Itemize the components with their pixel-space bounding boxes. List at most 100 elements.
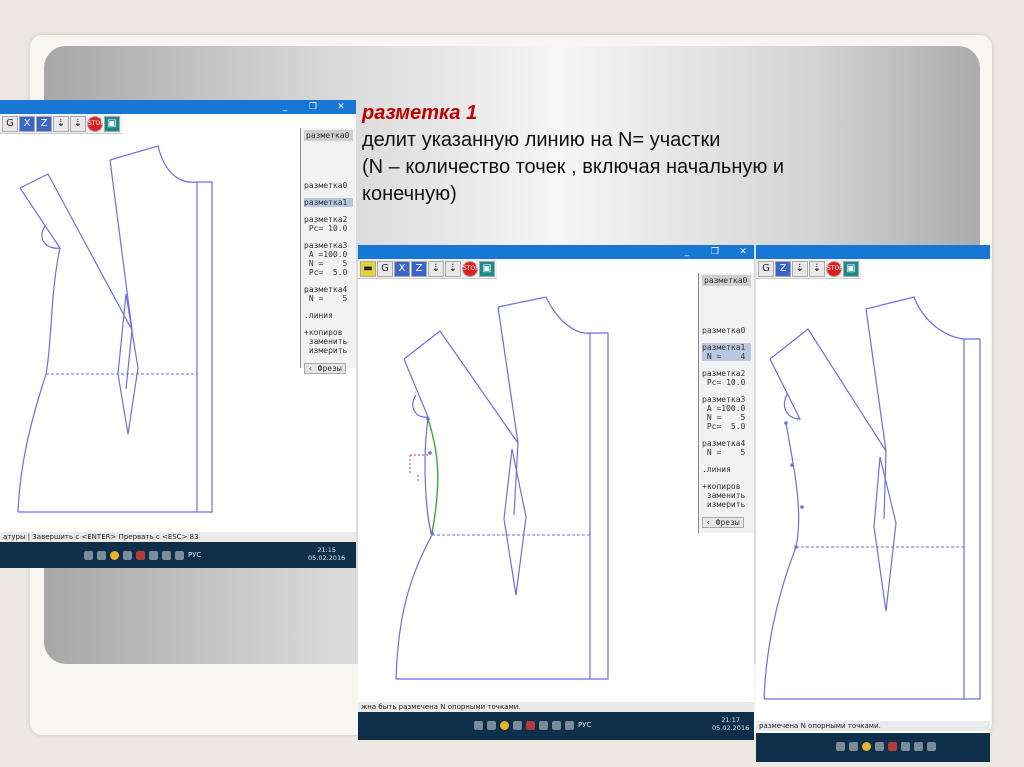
down-arrow-icon[interactable]: ⇣ [53,116,69,132]
status-bar: размечена N опорными точками. [756,721,990,731]
menu-item-measure[interactable]: измерить [702,500,746,509]
menu-item-razmetka0[interactable]: разметка0 [702,326,751,335]
x-tool-icon[interactable]: X [19,116,35,132]
down-arrow-icon[interactable]: ⇣ [792,261,808,277]
taskbar [756,733,990,762]
down-arrow-icon[interactable]: ⇣ [809,261,825,277]
taskbar: РУС 21:17 05.02.2016 [358,712,754,740]
language-indicator[interactable]: РУС [578,721,591,729]
chat-icon[interactable] [175,550,184,560]
menu-item-razmetka2[interactable]: разметка2 Pc= 10.0 [702,369,751,387]
status-bar: атуры | Завершить с <ENTER> Прервать с <… [0,532,356,542]
usb-icon[interactable] [836,741,845,751]
menu-item-swap[interactable]: заменить [304,337,348,346]
pattern-drawing [395,296,609,680]
toolbar: G Z ⇣ ⇣ STOP ▣ [756,259,861,279]
volume-icon[interactable] [914,741,923,751]
g-tool-icon[interactable]: G [758,261,774,277]
clock-date: 05.02.2016 [712,724,750,732]
video-icon[interactable] [136,550,145,560]
menu-item-copy-group[interactable]: +копиров заменить измерить [702,482,751,509]
item-param: N = 5 [304,259,348,268]
bluetooth-icon[interactable] [97,550,106,560]
clock-time: 21:17 [721,716,740,724]
item-param: Pc= 10.0 [304,224,348,233]
sync-icon[interactable] [875,741,884,751]
slide-text: разметка 1 делит указанную линию на N= у… [362,100,922,208]
z-tool-icon[interactable]: Z [411,261,427,277]
language-indicator[interactable]: РУС [188,551,201,559]
item-label: разметка3 [304,241,348,250]
frames-button[interactable]: ‹ Фрезы [702,517,744,528]
g-tool-icon[interactable]: G [377,261,393,277]
video-icon[interactable] [888,741,897,751]
ruler-icon[interactable]: ▬ [360,261,376,277]
toolbar: ▬ G X Z ⇣ ⇣ STOP ▣ [358,259,497,279]
menu-item-razmetka4[interactable]: разметка4 N = 5 [304,285,353,303]
x-tool-icon[interactable]: X [394,261,410,277]
minimize-button[interactable]: _ [278,101,292,113]
sync-icon[interactable] [513,720,522,730]
export-icon[interactable]: ▣ [104,116,120,132]
menu-item-razmetka3[interactable]: разметка3 A =100.0 N = 5 Pc= 5.0 [304,241,353,277]
usb-icon[interactable] [474,720,483,730]
menu-item-razmetka2[interactable]: разметка2 Pc= 10.0 [304,215,353,233]
volume-icon[interactable] [162,550,171,560]
usb-icon[interactable] [84,550,93,560]
minimize-button[interactable]: _ [680,246,694,258]
frames-button[interactable]: ‹ Фрезы [304,363,346,374]
sync-icon[interactable] [123,550,132,560]
chat-icon[interactable] [927,741,936,751]
clock[interactable]: 21:15 05.02.2016 [308,546,345,562]
export-icon[interactable]: ▣ [843,261,859,277]
screenshot-1: _ ❐ ✕ G X Z ⇣ ⇣ STOP ▣ разметка0 разметк… [0,100,356,568]
down-arrow-icon[interactable]: ⇣ [445,261,461,277]
item-param: Pc= 5.0 [702,422,746,431]
maximize-button[interactable]: ❐ [708,246,722,258]
volume-icon[interactable] [552,720,561,730]
network-icon[interactable] [149,550,158,560]
close-button[interactable]: ✕ [334,101,348,113]
item-label: разметка4 [702,439,746,448]
bluetooth-icon[interactable] [849,741,858,751]
app-icon[interactable] [862,741,871,751]
z-tool-icon[interactable]: Z [36,116,52,132]
network-icon[interactable] [901,741,910,751]
menu-item-line[interactable]: .линия [702,465,751,474]
menu-item-copy-group[interactable]: +копиров заменить измерить [304,328,353,355]
bluetooth-icon[interactable] [487,720,496,730]
menu-item-measure[interactable]: измерить [304,346,348,355]
menu-item-line[interactable]: .линия [304,311,353,320]
stop-icon[interactable]: STOP [826,261,843,277]
chat-icon[interactable] [565,720,574,730]
panel-header: разметка0 [304,130,353,141]
g-tool-icon[interactable]: G [2,116,18,132]
maximize-button[interactable]: ❐ [306,101,320,113]
slide-line-1: делит указанную линию на N= участки [362,129,721,151]
clock-date: 05.02.2016 [308,554,346,562]
app-icon[interactable] [110,550,119,560]
app-icon[interactable] [500,720,509,730]
network-icon[interactable] [539,720,548,730]
item-label: разметка2 [304,215,348,224]
z-tool-icon[interactable]: Z [775,261,791,277]
menu-item-copy[interactable]: +копиров [304,328,343,337]
clock[interactable]: 21:17 05.02.2016 [712,716,749,732]
item-label: разметка1 [702,343,746,352]
system-tray: РУС [474,718,591,732]
stop-icon[interactable]: STOP [87,116,104,132]
close-button[interactable]: ✕ [736,246,750,258]
menu-item-razmetka4[interactable]: разметка4 N = 5 [702,439,751,457]
down-arrow-icon[interactable]: ⇣ [70,116,86,132]
export-icon[interactable]: ▣ [479,261,495,277]
menu-item-razmetka1[interactable]: разметка1 [304,198,353,207]
menu-item-razmetka0[interactable]: разметка0 [304,181,353,190]
down-arrow-icon[interactable]: ⇣ [428,261,444,277]
menu-item-razmetka1[interactable]: разметка1 N = 4 [702,343,751,361]
menu-item-copy[interactable]: +копиров [702,482,741,491]
stop-icon[interactable]: STOP [462,261,479,277]
menu-item-razmetka3[interactable]: разметка3 A =100.0 N = 5 Pc= 5.0 [702,395,751,431]
menu-item-swap[interactable]: заменить [702,491,746,500]
video-icon[interactable] [526,720,535,730]
clock-time: 21:15 [317,546,336,554]
